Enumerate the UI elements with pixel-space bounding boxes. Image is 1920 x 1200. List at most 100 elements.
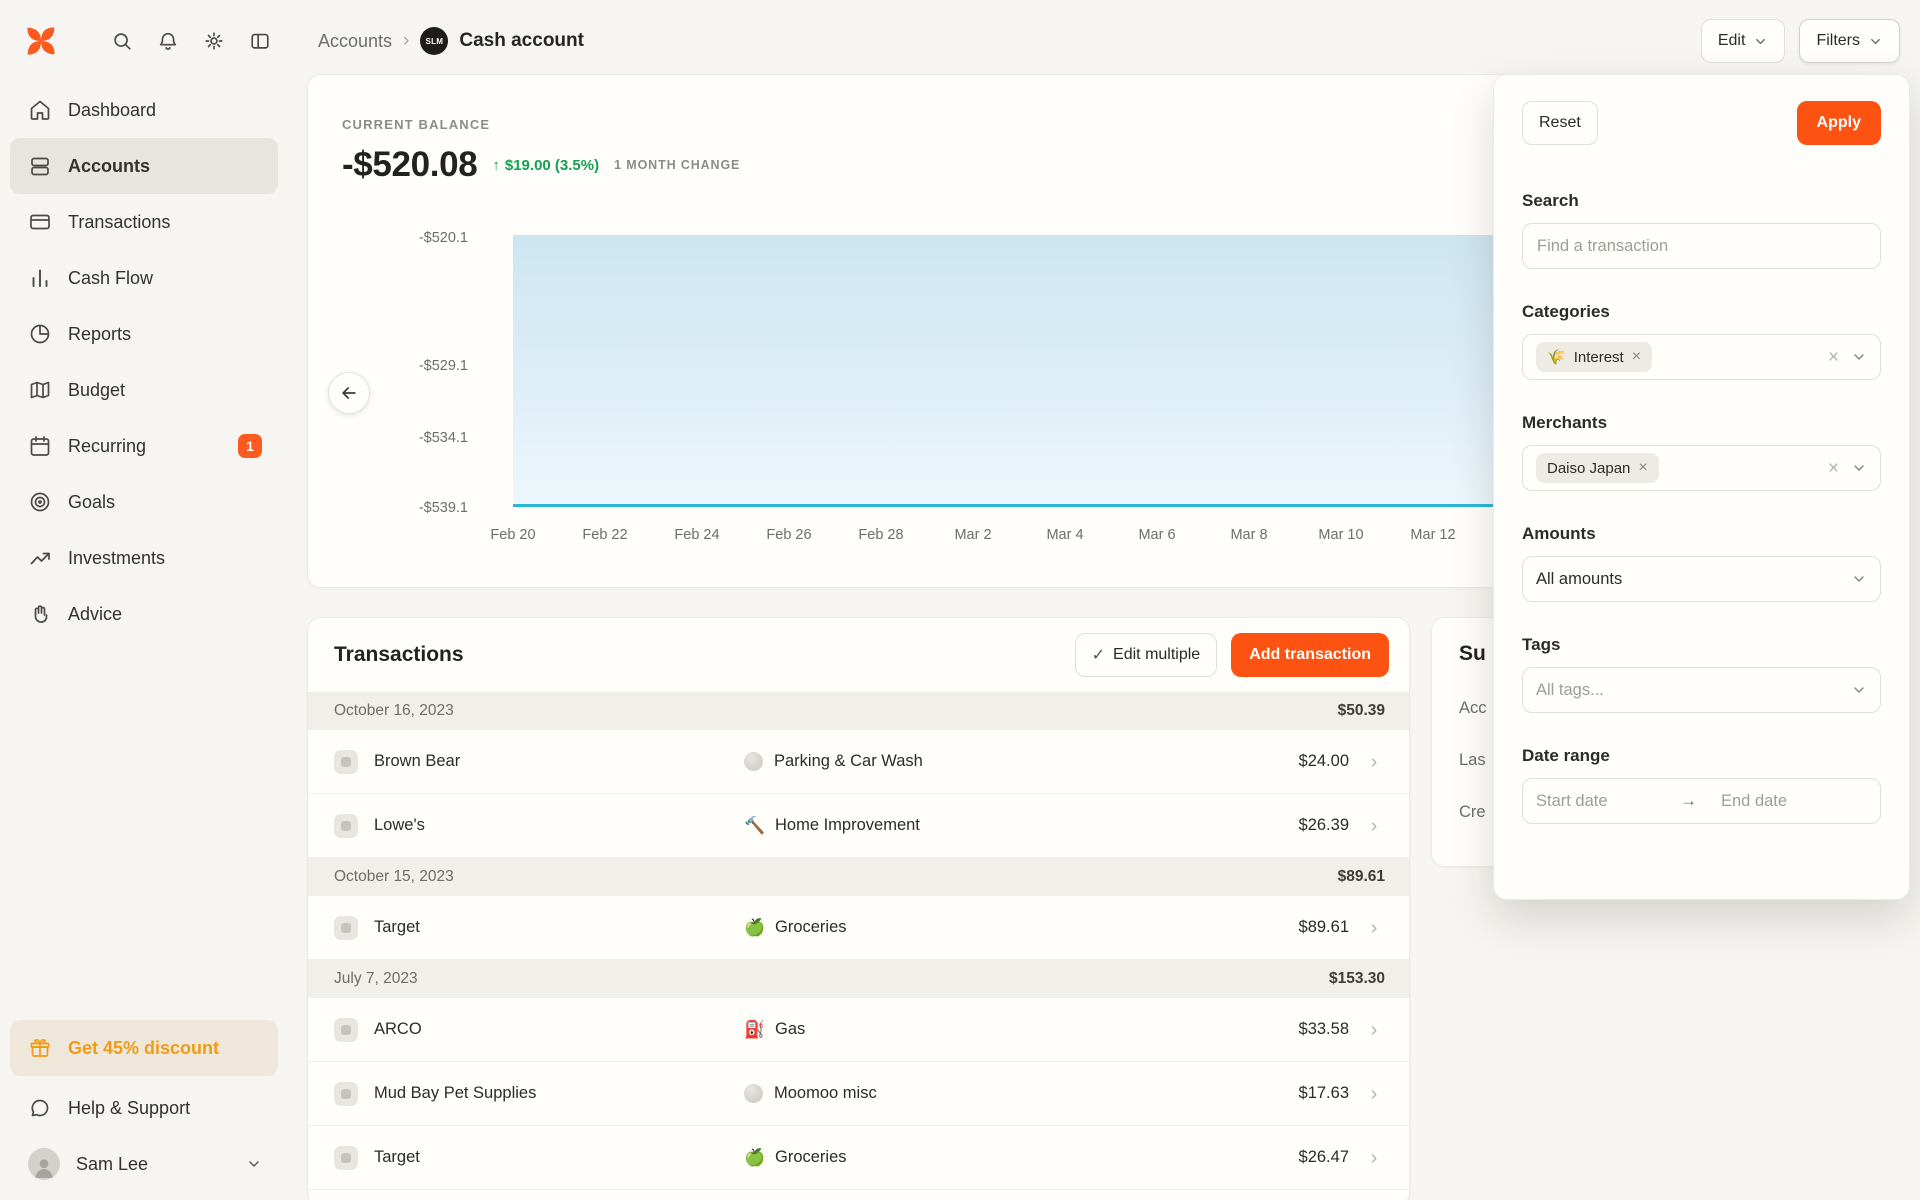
y-axis-tick: -$529.1 [308,358,468,374]
end-date-input[interactable] [1721,792,1841,811]
bar-chart-icon [28,266,52,290]
merchants-select[interactable]: Daiso Japan × × [1522,445,1881,491]
search-icon[interactable] [102,21,142,61]
category-name: Groceries [775,1148,847,1167]
date-range-label: Date range [1522,746,1881,766]
sidebar-item-label: Cash Flow [68,268,153,289]
sidebar-toggle-icon[interactable] [240,21,280,61]
accounts-icon [28,154,52,178]
merchant-logo [334,1082,358,1106]
chevron-down-icon [1868,34,1883,49]
target-icon [28,490,52,514]
transaction-row[interactable]: Target 🍏Groceries $26.47 › [308,1126,1409,1190]
date-range-picker[interactable]: → [1522,778,1881,824]
gift-icon [28,1036,52,1060]
sidebar-item-label: Recurring [68,436,146,457]
merchant-logo [334,916,358,940]
x-axis-tick: Mar 8 [1230,527,1267,543]
sidebar-item-recurring[interactable]: Recurring 1 [10,418,278,474]
transaction-row[interactable]: Brown Bear Parking & Car Wash $24.00 › [308,730,1409,794]
balance-change-amount: $19.00 (3.5%) [505,157,599,174]
breadcrumb-accounts-link[interactable]: Accounts [318,31,392,52]
user-menu[interactable]: Sam Lee [10,1136,278,1192]
search-input[interactable] [1522,223,1881,269]
transaction-row[interactable]: Lowe's 🔨Home Improvement $26.39 › [308,794,1409,858]
settings-gear-icon[interactable] [194,21,234,61]
group-date: October 16, 2023 [334,702,454,720]
amounts-selected-value: All amounts [1536,570,1622,589]
category-emoji-icon: ⛽ [744,1020,764,1040]
transaction-group-header: October 15, 2023 $89.61 [308,858,1409,896]
remove-chip-icon[interactable]: × [1638,459,1647,477]
tags-select[interactable]: All tags... [1522,667,1881,713]
sidebar-item-dashboard[interactable]: Dashboard [10,82,278,138]
sidebar-item-reports[interactable]: Reports [10,306,278,362]
merchant-name: Mud Bay Pet Supplies [374,1084,730,1103]
x-axis-tick: Feb 26 [766,527,811,543]
clear-select-icon[interactable]: × [1828,348,1839,367]
merchant-name: Target [374,1148,730,1167]
transaction-amount: $26.39 [1237,816,1349,835]
remove-chip-icon[interactable]: × [1632,348,1641,366]
chart-scroll-left-button[interactable] [328,372,370,414]
trending-up-icon [28,546,52,570]
sidebar-item-budget[interactable]: Budget [10,362,278,418]
filters-button-label: Filters [1816,32,1860,50]
category-name: Moomoo misc [774,1084,877,1103]
group-date: July 7, 2023 [334,970,418,988]
sidebar-item-accounts[interactable]: Accounts [10,138,278,194]
discount-promo-button[interactable]: Get 45% discount [10,1020,278,1076]
notifications-bell-icon[interactable] [148,21,188,61]
merchant-name: Target [374,918,730,937]
chevron-down-icon [1851,682,1867,698]
group-total: $89.61 [1338,868,1385,886]
sidebar-item-goals[interactable]: Goals [10,474,278,530]
sidebar-item-transactions[interactable]: Transactions [10,194,278,250]
merchant-logo [334,1146,358,1170]
transaction-amount: $33.58 [1237,1020,1349,1039]
y-axis-tick: -$520.1 [308,230,468,246]
chevron-right-icon: › [1363,1148,1385,1168]
app-logo-icon[interactable] [22,22,60,60]
x-axis-tick: Feb 22 [582,527,627,543]
filters-button[interactable]: Filters [1799,19,1900,63]
transaction-amount: $24.00 [1237,752,1349,771]
transaction-row[interactable]: ARCO ⛽Gas $33.58 › [308,998,1409,1062]
x-axis-tick: Mar 12 [1410,527,1455,543]
map-icon [28,378,52,402]
start-date-input[interactable] [1536,792,1656,811]
sidebar-item-label: Investments [68,548,165,569]
merchant-chip-label: Daiso Japan [1547,460,1630,477]
add-transaction-button[interactable]: Add transaction [1231,633,1389,677]
help-support-button[interactable]: Help & Support [10,1080,278,1136]
sidebar-item-label: Accounts [68,156,150,177]
edit-multiple-button[interactable]: ✓ Edit multiple [1075,633,1218,677]
breadcrumb-separator: › [403,30,409,52]
reset-button[interactable]: Reset [1522,101,1598,145]
chevron-down-icon [1753,34,1768,49]
sidebar-item-label: Goals [68,492,115,513]
help-support-label: Help & Support [68,1098,190,1119]
amounts-select[interactable]: All amounts [1522,556,1881,602]
chevron-down-icon [246,1156,262,1172]
sidebar-item-cash-flow[interactable]: Cash Flow [10,250,278,306]
apply-button[interactable]: Apply [1797,101,1881,145]
transaction-amount: $17.63 [1237,1084,1349,1103]
clear-select-icon[interactable]: × [1828,459,1839,478]
chat-bubble-icon [28,1096,52,1120]
merchant-logo [334,814,358,838]
sidebar-item-advice[interactable]: Advice [10,586,278,642]
sidebar-item-investments[interactable]: Investments [10,530,278,586]
edit-button[interactable]: Edit [1701,19,1786,63]
category-name: Groceries [775,918,847,937]
categories-select[interactable]: 🌾 Interest × × [1522,334,1881,380]
recurring-count-badge: 1 [238,434,262,458]
merchant-chip-daiso-japan: Daiso Japan × [1536,453,1659,483]
transaction-row[interactable]: Mud Bay Pet Supplies Moomoo misc $17.63 … [308,1062,1409,1126]
chevron-down-icon [1851,571,1867,587]
transaction-row[interactable]: Target 🍏Groceries $89.61 › [308,896,1409,960]
group-total: $50.39 [1338,702,1385,720]
change-period-label: 1 MONTH CHANGE [614,158,740,172]
category-emoji-icon: 🍏 [744,1148,764,1168]
x-axis-tick: Feb 24 [674,527,719,543]
